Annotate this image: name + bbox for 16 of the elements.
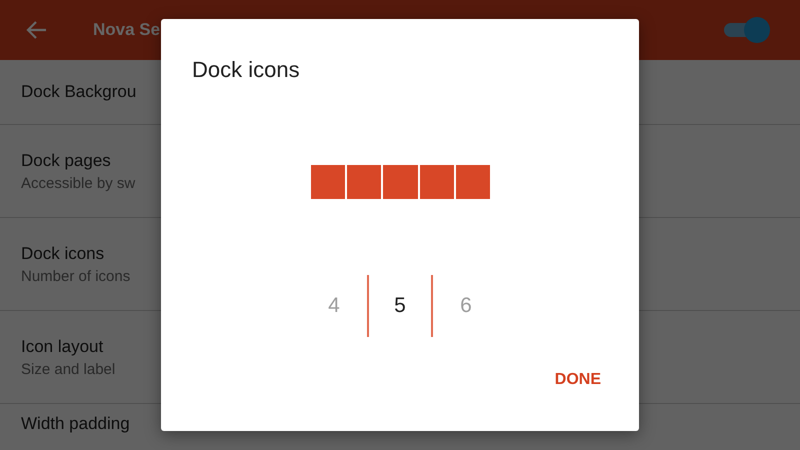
setting-title[interactable]: Dock icons: [21, 244, 104, 264]
setting-subtitle: Accessible by sw: [21, 174, 136, 192]
setting-title[interactable]: Icon layout: [21, 336, 104, 356]
toggle-switch[interactable]: [722, 15, 772, 45]
app-title: Nova Se: [93, 20, 160, 40]
done-button[interactable]: DONE: [540, 363, 615, 397]
setting-title[interactable]: Width padding: [21, 414, 130, 434]
number-option[interactable]: 4: [301, 275, 367, 337]
number-option[interactable]: 5: [367, 275, 433, 337]
number-option[interactable]: 6: [433, 275, 499, 337]
setting-subtitle: Size and label: [21, 360, 116, 378]
setting-title[interactable]: Dock Backgrou: [21, 82, 136, 102]
setting-title[interactable]: Dock pages: [21, 150, 111, 170]
setting-subtitle: Number of icons: [21, 268, 130, 284]
dialog-title: Dock icons: [192, 57, 300, 83]
back-arrow-icon[interactable]: [25, 20, 47, 40]
